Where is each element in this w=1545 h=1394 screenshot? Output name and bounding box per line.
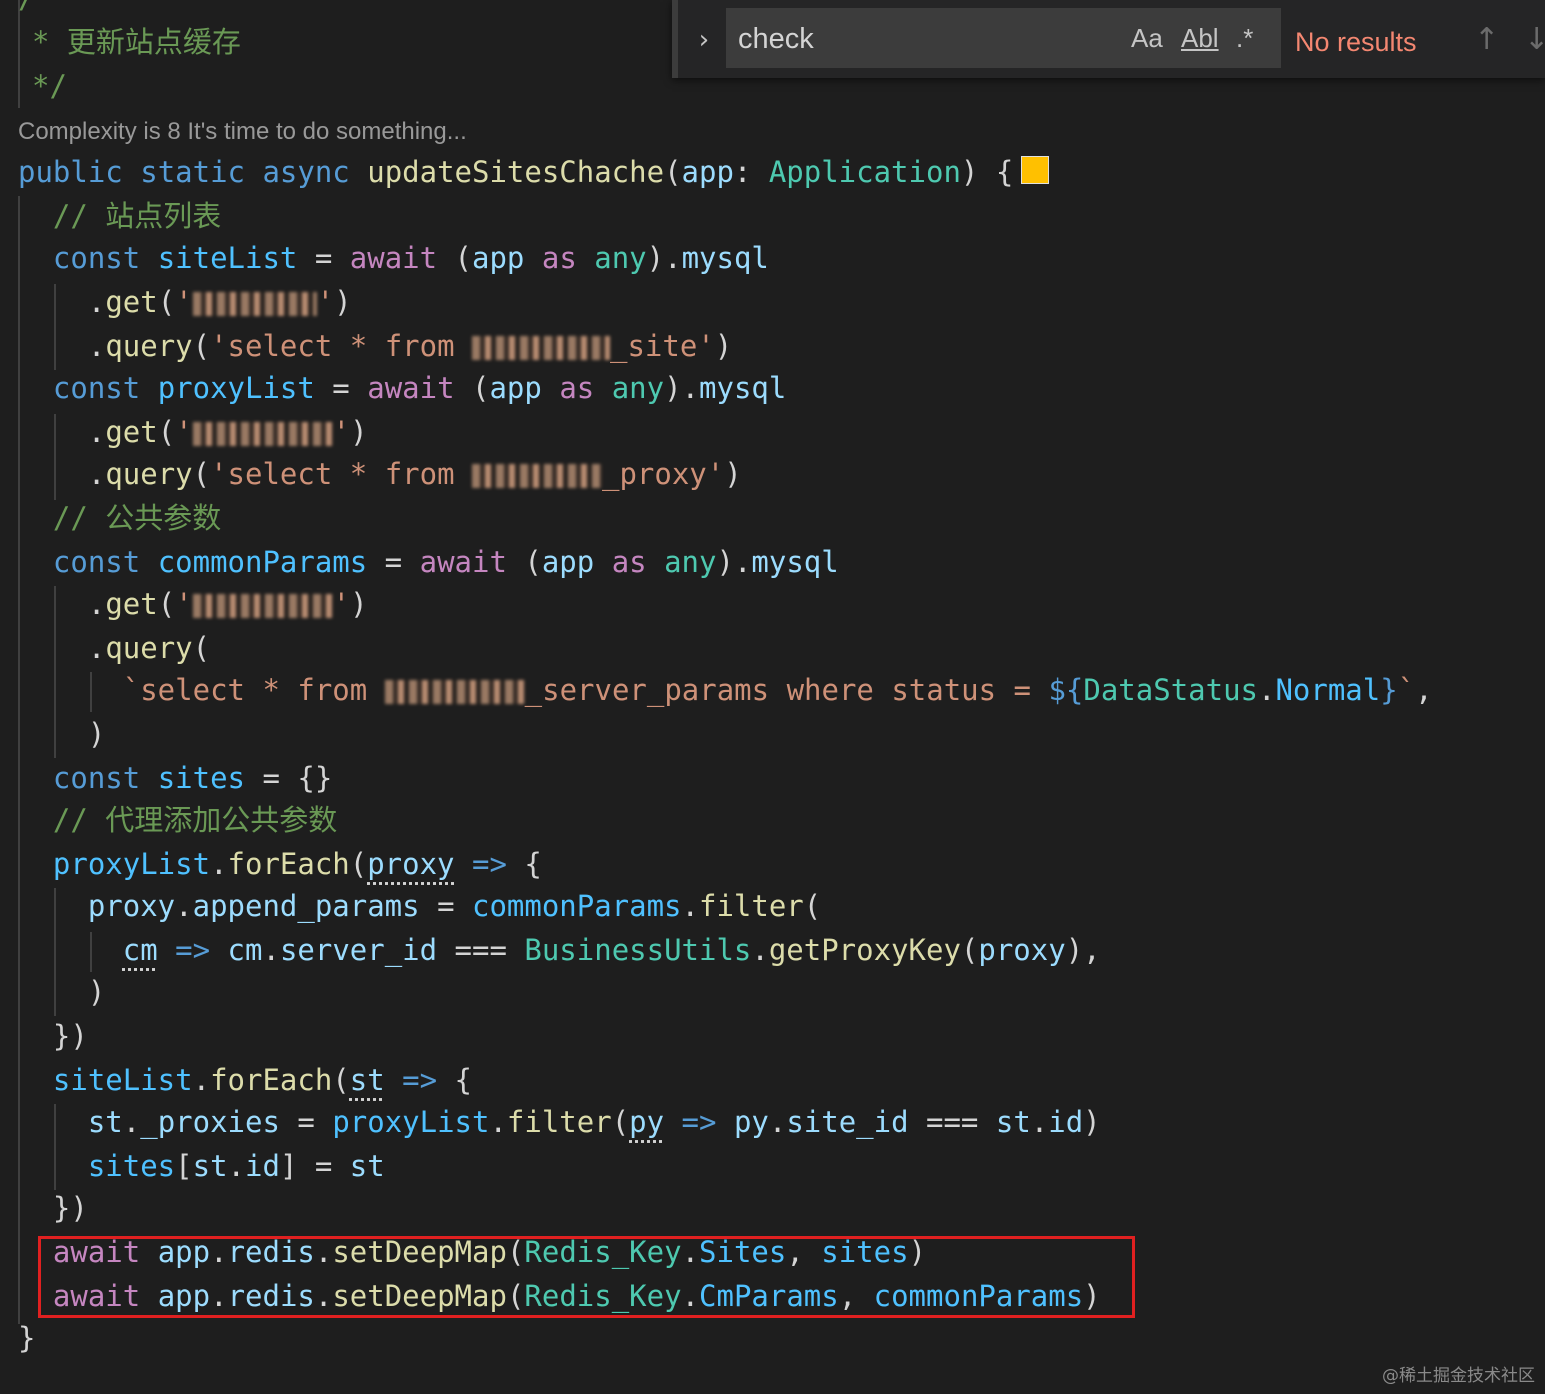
code-line: // 代理添加公共参数 — [52, 803, 338, 837]
code-line: // 公共参数 — [52, 501, 222, 535]
code-line: proxyList.forEach(proxy => { — [52, 847, 542, 881]
code-line: /** — [18, 0, 70, 18]
code-line: const proxyList = await (app as any).mys… — [52, 371, 787, 405]
redacted-text — [384, 680, 525, 704]
code-line: cm => cm.server_id === BusinessUtils.get… — [122, 933, 1101, 967]
arrow-down-icon[interactable]: ↓ — [1524, 20, 1545, 60]
whole-word-toggle[interactable]: Abl — [1181, 22, 1219, 54]
code-line: .query('select * from _proxy') — [18, 457, 742, 491]
color-swatch-icon[interactable] — [1021, 156, 1049, 184]
redacted-text — [472, 464, 602, 488]
comment-fragment: /** — [18, 0, 70, 15]
code-line: siteList.forEach(st => { — [52, 1063, 472, 1097]
code-line: .query( — [18, 631, 211, 665]
code-line: .get(' ') — [18, 587, 368, 621]
arrow-up-icon[interactable]: ↑ — [1474, 20, 1499, 60]
code-line: }) — [18, 1019, 88, 1053]
code-line: .get(' ') — [18, 285, 352, 319]
code-line: // 站点列表 — [52, 199, 222, 233]
redacted-text — [472, 336, 610, 360]
codelens-complexity[interactable]: Complexity is 8 It's time to do somethin… — [18, 112, 467, 152]
find-widget: › Aa Abl .* No results ↑ ↓ — [672, 0, 1545, 78]
code-line: sites[st.id] = st — [87, 1149, 385, 1183]
code-editor[interactable]: /** * 更新站点缓存 */ Complexity is 8 It's tim… — [0, 0, 1545, 1394]
code-line: * 更新站点缓存 — [18, 22, 241, 62]
chevron-right-icon[interactable]: › — [690, 24, 718, 56]
code-line: }) — [18, 1191, 88, 1225]
doc-comment-end: */ — [32, 69, 67, 103]
code-line: } — [18, 1321, 36, 1355]
code-line: `select * from _server_params where stat… — [122, 673, 1433, 707]
code-line: public static async updateSitesChache(ap… — [18, 155, 1014, 189]
code-line: const sites = {} — [52, 761, 333, 795]
doc-comment: * 更新站点缓存 — [32, 25, 241, 59]
code-line: ) — [18, 717, 106, 751]
find-result-text: No results — [1295, 27, 1417, 57]
code-line: */ — [18, 66, 67, 106]
find-input-box: Aa Abl .* — [726, 8, 1281, 68]
regex-toggle[interactable]: .* — [1236, 22, 1253, 54]
code-line: ) — [18, 975, 106, 1009]
code-line: .query('select * from _site') — [18, 329, 733, 363]
redacted-text — [192, 292, 317, 316]
code-line: st._proxies = proxyList.filter(py => py.… — [87, 1105, 1101, 1139]
code-line: .get(' ') — [18, 415, 368, 449]
match-case-toggle[interactable]: Aa — [1131, 22, 1163, 54]
code-line: const siteList = await (app as any).mysq… — [52, 241, 769, 275]
watermark: @稀土掘金技术社区 — [1382, 1366, 1535, 1386]
redacted-text — [192, 422, 333, 446]
code-line: proxy.append_params = commonParams.filte… — [87, 889, 822, 923]
code-line: const commonParams = await (app as any).… — [52, 545, 839, 579]
highlight-annotation-box — [38, 1236, 1135, 1318]
redacted-text — [192, 594, 333, 618]
find-input[interactable] — [736, 18, 1120, 60]
